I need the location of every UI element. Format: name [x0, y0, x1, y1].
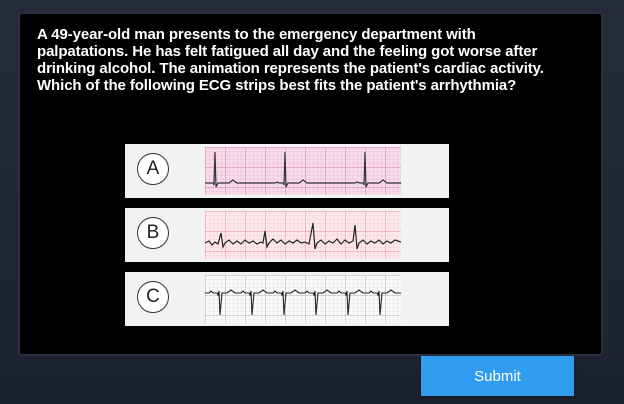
- submit-button[interactable]: Submit: [421, 356, 574, 396]
- question-text: A 49-year-old man presents to the emerge…: [37, 26, 544, 94]
- answer-option-c[interactable]: C: [125, 272, 449, 326]
- answer-option-a[interactable]: A: [125, 144, 449, 198]
- option-letter-a: A: [137, 153, 169, 185]
- option-letter-b: B: [137, 217, 169, 249]
- answer-option-b[interactable]: B: [125, 208, 449, 262]
- ecg-strip-c: [205, 275, 401, 323]
- ecg-strip-b: [205, 211, 401, 259]
- option-letter-c: C: [137, 281, 169, 313]
- ecg-strip-a: [205, 147, 401, 195]
